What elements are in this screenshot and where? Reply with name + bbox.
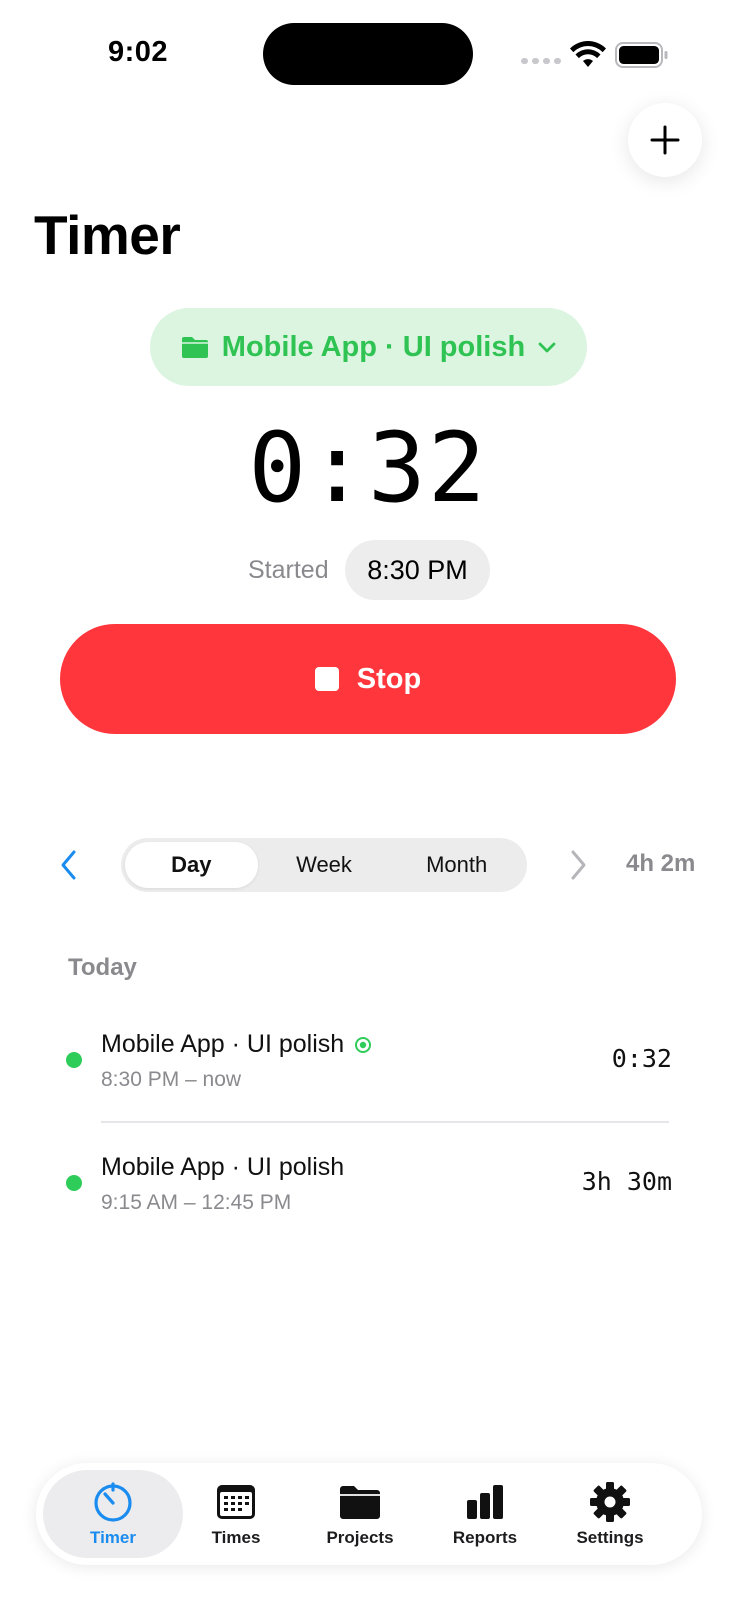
cellular-signal-icon [521,58,561,64]
project-color-dot [66,1175,82,1191]
page-title: Timer [34,204,181,266]
entry-title: Mobile App · UI polish [101,1030,345,1058]
stop-icon [314,667,339,691]
segment-month[interactable]: Month [390,842,523,888]
chevron-right-icon[interactable] [565,848,591,882]
add-entry-button[interactable] [628,103,702,177]
tab-label: Projects [326,1528,394,1547]
tab-reports[interactable]: Reports [415,1470,555,1558]
stop-button[interactable]: Stop [60,624,676,734]
time-entry[interactable]: Mobile App · UI polish 9:15 AM – 12:45 P… [66,1145,672,1225]
tab-timer[interactable]: Timer [43,1470,183,1558]
started-time-chip[interactable]: 8:30 PM [345,540,490,600]
tab-label: Settings [576,1528,644,1547]
plus-icon [650,125,680,155]
tab-bar: Timer Times Projects Reports Settings [36,1463,702,1565]
entry-duration: 0:32 [611,1044,672,1073]
running-indicator-icon [355,1036,372,1053]
status-bar-time: 9:02 [108,36,169,68]
wifi-icon [570,41,606,67]
folder-icon [181,337,208,358]
tab-label: Times [211,1528,261,1547]
chevron-down-icon [538,342,556,353]
tab-times[interactable]: Times [166,1470,306,1558]
folder-icon [340,1486,380,1519]
entry-title: Mobile App · UI polish [101,1153,345,1181]
tab-projects[interactable]: Projects [290,1470,430,1558]
calendar-icon [217,1485,255,1519]
chevron-left-icon[interactable] [56,848,82,882]
entry-divider [101,1121,669,1123]
range-segmented-control: Day Week Month [121,838,527,892]
elapsed-time: 0:32 [248,412,488,524]
battery-icon [615,42,668,68]
tab-settings[interactable]: Settings [540,1470,680,1558]
project-selector[interactable]: Mobile App · UI polish [150,308,587,386]
segment-week[interactable]: Week [258,842,391,888]
section-header-today: Today [68,954,137,981]
tab-label: Reports [452,1528,518,1547]
stop-button-label: Stop [356,662,422,695]
segment-day[interactable]: Day [125,842,258,888]
started-label: Started [248,556,329,584]
entry-duration: 3h 30m [581,1167,672,1196]
project-selector-label: Mobile App · UI polish [221,330,526,363]
tab-label: Timer [90,1528,136,1547]
dynamic-island [263,23,473,85]
entry-time-range: 9:15 AM – 12:45 PM [101,1191,292,1214]
project-color-dot [66,1052,82,1068]
gear-icon [590,1482,630,1522]
entry-time-range: 8:30 PM – now [101,1068,242,1091]
timer-icon [94,1482,132,1522]
range-total: 4h 2m [626,850,696,877]
time-entry[interactable]: Mobile App · UI polish 8:30 PM – now 0:3… [66,1022,672,1102]
bar-chart-icon [467,1485,503,1519]
